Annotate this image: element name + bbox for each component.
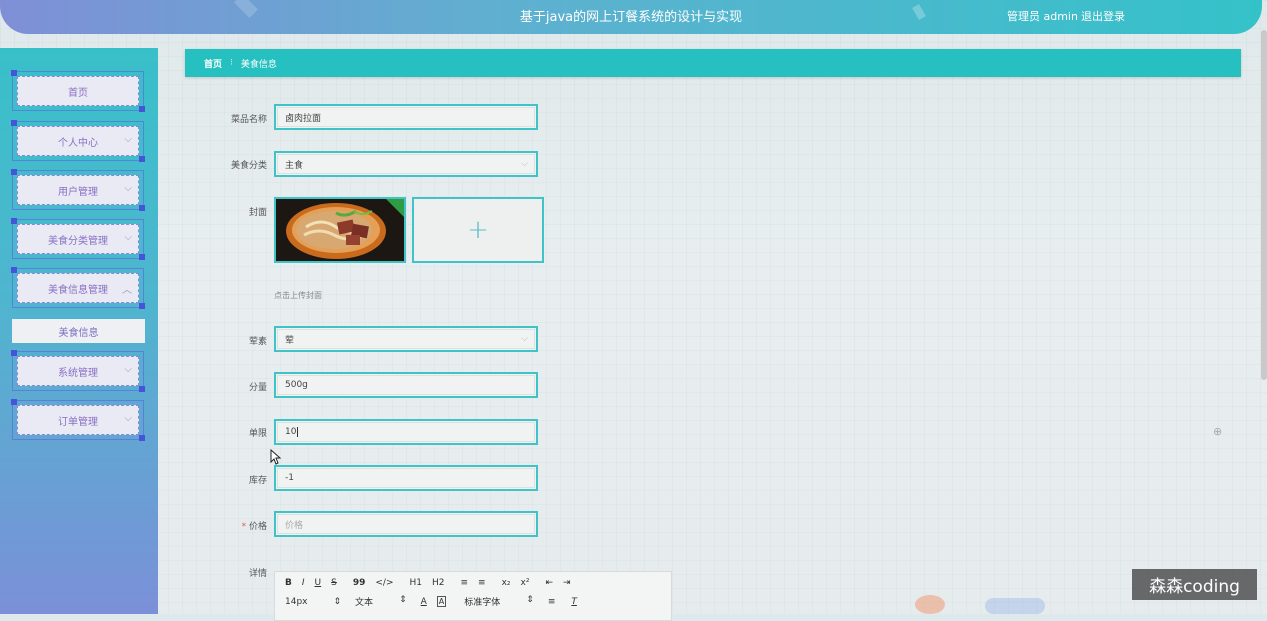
sidebar-item-label: 用户管理 bbox=[58, 186, 98, 198]
font-size-select[interactable]: 14px ⇕ bbox=[285, 597, 341, 607]
bullet-list-button[interactable]: ≡ bbox=[478, 578, 486, 588]
underline-button[interactable]: U bbox=[315, 578, 322, 588]
meat-type-value: 荤 bbox=[285, 335, 295, 346]
code-button[interactable]: </> bbox=[375, 578, 393, 588]
decorative-shape bbox=[985, 598, 1045, 614]
portion-label: 分量 bbox=[248, 383, 267, 393]
page-scrollbar[interactable] bbox=[1261, 30, 1267, 380]
portion-input[interactable]: 500g bbox=[274, 372, 538, 398]
font-family-select[interactable]: 标准字体 ⇕ bbox=[464, 595, 534, 608]
chevron-down-icon: ⌵ bbox=[521, 334, 528, 344]
plus-circle-icon: ⊕ bbox=[1213, 425, 1223, 438]
price-placeholder: 价格 bbox=[285, 520, 304, 531]
chevron-down-icon: ⌵ bbox=[124, 134, 132, 145]
plus-icon: + bbox=[467, 215, 489, 245]
chevron-down-icon: ⌵ bbox=[124, 232, 132, 243]
editor-toolbar-row2: 14px ⇕ 文本 ⇕ A A 标准字体 ⇕ ≡ T bbox=[285, 595, 587, 608]
sidebar-item-label: 个人中心 bbox=[58, 137, 98, 149]
category-label: 美食分类 bbox=[230, 161, 267, 171]
limit-value: 10 bbox=[285, 427, 297, 437]
block-type-select[interactable]: 文本 ⇕ bbox=[355, 595, 407, 608]
top-header: 基于java的网上订餐系统的设计与实现 管理员 admin 退出登录 bbox=[0, 0, 1262, 34]
breadcrumb-home[interactable]: 首页 bbox=[204, 57, 222, 70]
breadcrumb-separator-icon: ⁝ bbox=[230, 58, 233, 68]
chevron-down-icon: ⌵ bbox=[521, 159, 528, 169]
outdent-button[interactable]: ⇤ bbox=[545, 578, 553, 588]
sidebar-item-home[interactable]: 首页 bbox=[11, 70, 145, 112]
h2-button[interactable]: H2 bbox=[432, 578, 445, 588]
stock-label: 库存 bbox=[248, 476, 267, 486]
strike-button[interactable]: S bbox=[331, 578, 337, 588]
italic-button[interactable]: I bbox=[302, 578, 305, 588]
sidebar-item-label: 首页 bbox=[68, 87, 88, 99]
updown-icon: ⇕ bbox=[399, 595, 407, 605]
chevron-down-icon: ⌵ bbox=[124, 183, 132, 194]
category-select[interactable]: 主食 ⌵ bbox=[274, 151, 538, 177]
breadcrumb-current: 美食信息 bbox=[240, 59, 277, 70]
meat-type-select[interactable]: 荤 ⌵ bbox=[274, 326, 538, 352]
price-input[interactable]: 价格 bbox=[274, 511, 538, 537]
breadcrumb: 首页 ⁝ 美食信息 bbox=[185, 49, 1241, 77]
updown-icon: ⇕ bbox=[333, 596, 342, 607]
sidebar-item-personal-center[interactable]: 个人中心 ⌵ bbox=[11, 120, 145, 162]
upload-plus-button[interactable]: + bbox=[412, 197, 544, 263]
align-icon[interactable]: ≡ bbox=[548, 597, 556, 607]
updown-icon: ⇕ bbox=[526, 595, 534, 605]
noodle-bowl-image bbox=[276, 199, 404, 261]
sidebar-item-user-management[interactable]: 用户管理 ⌵ bbox=[11, 169, 145, 211]
limit-input[interactable]: 10 bbox=[274, 419, 538, 445]
chevron-up-icon: ︿ bbox=[122, 285, 132, 296]
stock-value: -1 bbox=[285, 473, 294, 483]
chevron-down-icon: ⌵ bbox=[124, 364, 132, 375]
logout-link[interactable]: 退出登录 bbox=[1081, 8, 1125, 24]
name-label: 菜品名称 bbox=[230, 115, 267, 125]
limit-label: 单限 bbox=[248, 429, 267, 439]
chevron-down-icon: ⌵ bbox=[124, 413, 132, 424]
decorative-shape bbox=[915, 595, 945, 614]
background-color-icon[interactable]: A bbox=[436, 596, 447, 607]
price-label: * 价格 bbox=[241, 522, 267, 532]
superscript-button[interactable]: x² bbox=[521, 578, 530, 588]
stock-input[interactable]: -1 bbox=[274, 465, 538, 491]
name-input[interactable]: 卤肉拉面 bbox=[274, 104, 538, 130]
sidebar-item-orders[interactable]: 订单管理 ⌵ bbox=[11, 399, 145, 441]
category-value: 主食 bbox=[285, 160, 304, 171]
clear-format-icon[interactable]: T bbox=[571, 597, 577, 607]
detail-label: 详情 bbox=[248, 569, 267, 579]
sidebar-item-food-info[interactable]: 美食信息管理 ︿ bbox=[11, 267, 145, 309]
sidebar-item-system[interactable]: 系统管理 ⌵ bbox=[11, 350, 145, 392]
font-color-icon[interactable]: A bbox=[421, 597, 427, 607]
sidebar-item-label: 美食分类管理 bbox=[48, 235, 108, 247]
upload-hint: 点击上传封面 bbox=[274, 291, 322, 300]
subscript-button[interactable]: x₂ bbox=[502, 578, 511, 588]
sidebar-item-food-category[interactable]: 美食分类管理 ⌵ bbox=[11, 218, 145, 260]
editor-toolbar-row1: B I U S 99 </> H1 H2 ≡ ≡ x₂ x² ⇤ ⇥ bbox=[285, 578, 581, 588]
current-user: 管理员 admin bbox=[1007, 10, 1078, 23]
text-caret bbox=[297, 427, 299, 437]
h1-button[interactable]: H1 bbox=[410, 578, 423, 588]
sidebar-item-label: 系统管理 bbox=[58, 367, 98, 379]
submenu-item-food-info[interactable]: 美食信息 bbox=[12, 319, 145, 343]
bold-button[interactable]: B bbox=[285, 578, 292, 588]
cover-label: 封面 bbox=[248, 208, 267, 218]
cover-image[interactable] bbox=[274, 197, 406, 263]
mouse-cursor-icon bbox=[270, 449, 282, 465]
sidebar-item-label: 订单管理 bbox=[58, 416, 98, 428]
quote-button[interactable]: 99 bbox=[353, 578, 366, 588]
ordered-list-button[interactable]: ≡ bbox=[461, 578, 469, 588]
indent-button[interactable]: ⇥ bbox=[563, 578, 571, 588]
watermark: 森森coding bbox=[1132, 569, 1257, 600]
portion-value: 500g bbox=[285, 380, 308, 390]
meat-type-label: 荤素 bbox=[248, 337, 267, 347]
sidebar-item-label: 美食信息管理 bbox=[48, 284, 108, 296]
name-value: 卤肉拉面 bbox=[285, 113, 322, 124]
